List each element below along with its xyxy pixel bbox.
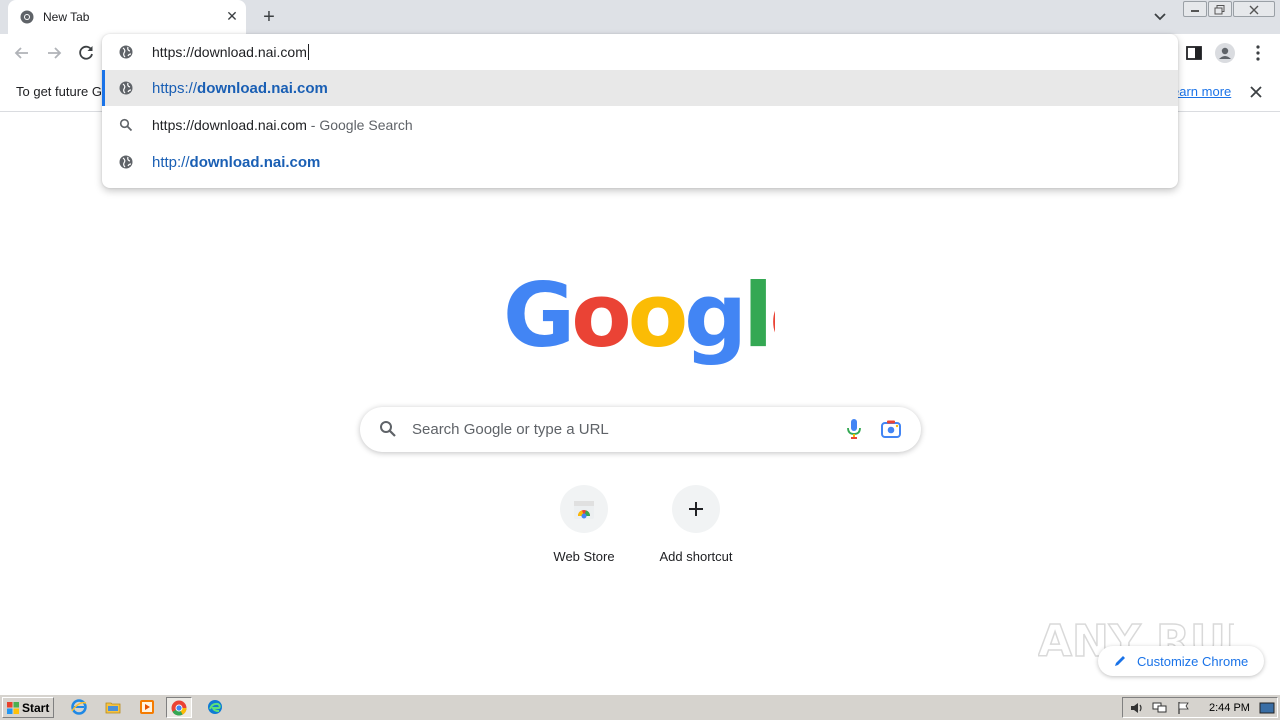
windows-logo-icon	[7, 702, 19, 714]
shortcut-label: Web Store	[553, 549, 615, 564]
edge-icon[interactable]	[202, 697, 228, 718]
chrome-icon	[20, 10, 34, 24]
customize-chrome-button[interactable]: Customize Chrome	[1098, 646, 1264, 676]
address-input[interactable]: https://download.nai.com	[152, 44, 309, 60]
chevron-down-icon[interactable]	[1150, 8, 1170, 26]
internet-explorer-icon[interactable]	[66, 697, 92, 718]
shortcut-tile	[672, 485, 720, 533]
google-lens-icon[interactable]	[880, 419, 902, 439]
learn-more-link[interactable]: earn more	[1172, 84, 1231, 99]
suggestion-url: https://download.nai.com	[152, 80, 328, 97]
taskbar: Start 2:44 PM	[0, 694, 1280, 720]
tab-strip: New Tab ✕ +	[0, 0, 1280, 34]
new-tab-button[interactable]: +	[258, 6, 280, 28]
suggestion-item[interactable]: http://download.nai.com	[102, 144, 1178, 180]
show-desktop-icon[interactable]	[1259, 701, 1275, 715]
search-icon	[380, 421, 396, 437]
search-placeholder: Search Google or type a URL	[412, 421, 609, 438]
screen: New Tab ✕ + To get future G earn more ht…	[0, 0, 1280, 720]
restore-button[interactable]	[1208, 1, 1232, 17]
start-button[interactable]: Start	[2, 697, 54, 718]
globe-icon	[119, 155, 133, 169]
pencil-icon	[1115, 656, 1125, 666]
globe-icon	[119, 81, 133, 95]
text-caret	[307, 44, 309, 60]
tab-new-tab[interactable]: New Tab ✕	[8, 0, 246, 34]
close-window-button[interactable]	[1233, 1, 1275, 17]
forward-arrow-icon[interactable]	[43, 42, 65, 64]
globe-icon	[119, 45, 133, 59]
customize-chrome-label: Customize Chrome	[1137, 654, 1249, 669]
search-icon	[119, 118, 133, 132]
reload-icon[interactable]	[75, 42, 97, 64]
file-explorer-icon[interactable]	[100, 697, 126, 718]
minimize-button[interactable]	[1183, 1, 1207, 17]
more-menu-icon[interactable]	[1247, 42, 1269, 64]
suggestion-url: http://download.nai.com	[152, 154, 321, 171]
suggestion-item[interactable]: https://download.nai.com - Google Search	[102, 107, 1178, 143]
close-icon[interactable]	[1247, 83, 1265, 101]
google-logo: Google	[503, 268, 775, 367]
tab-title: New Tab	[43, 10, 90, 24]
clock: 2:44 PM	[1209, 702, 1250, 714]
network-icon[interactable]	[1152, 701, 1168, 715]
shortcut-web-store[interactable]: Web Store	[528, 485, 640, 575]
ntp-search-box[interactable]: Search Google or type a URL	[360, 407, 921, 452]
omnibox-dropdown: https://download.nai.com https://downloa…	[102, 34, 1178, 188]
info-bar-text: To get future G	[16, 84, 102, 99]
shortcut-label: Add shortcut	[659, 549, 733, 564]
plus-icon	[689, 502, 703, 516]
close-icon[interactable]: ✕	[224, 8, 240, 24]
web-store-icon	[574, 501, 594, 519]
side-panel-icon[interactable]	[1183, 42, 1205, 64]
chrome-taskbar-icon[interactable]	[166, 697, 192, 718]
shortcut-tile	[560, 485, 608, 533]
svg-text:Google: Google	[503, 268, 775, 367]
shortcut-add[interactable]: Add shortcut	[640, 485, 752, 575]
profile-avatar-icon[interactable]	[1214, 42, 1236, 64]
flag-icon[interactable]	[1176, 701, 1192, 715]
suggestion-item[interactable]: https://download.nai.com	[102, 70, 1178, 106]
back-arrow-icon[interactable]	[11, 42, 33, 64]
system-tray: 2:44 PM	[1122, 697, 1278, 718]
address-bar[interactable]: https://download.nai.com	[102, 34, 1178, 70]
volume-icon[interactable]	[1129, 701, 1145, 715]
microphone-icon[interactable]	[846, 418, 862, 440]
media-player-icon[interactable]	[134, 697, 160, 718]
suggestion-search-text: https://download.nai.com - Google Search	[152, 117, 413, 133]
start-label: Start	[22, 701, 50, 715]
